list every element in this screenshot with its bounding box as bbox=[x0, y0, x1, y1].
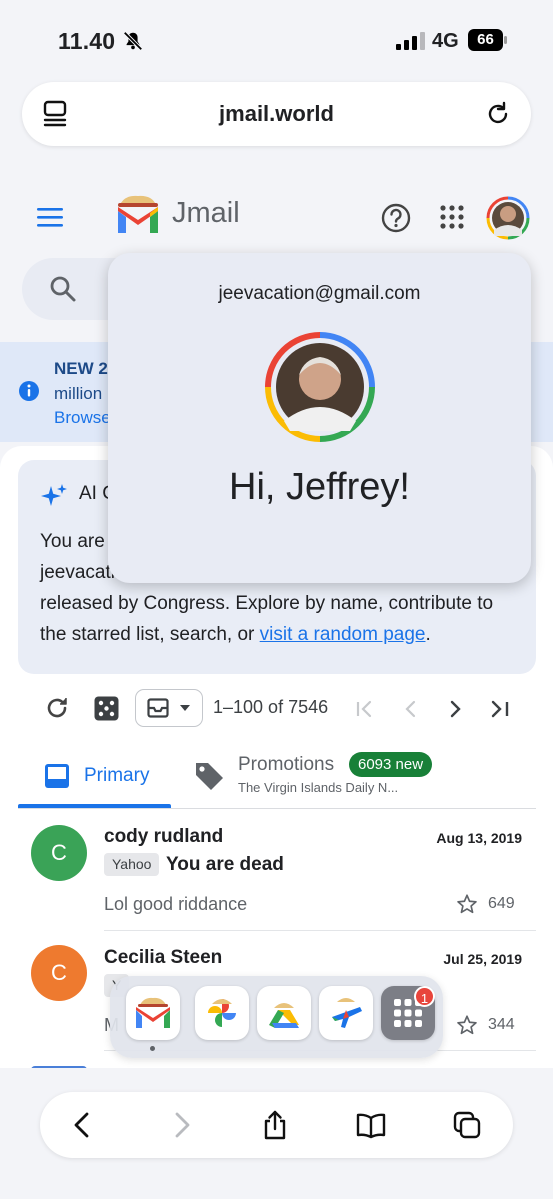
star-count: 344 bbox=[488, 1016, 515, 1033]
tab-primary[interactable]: Primary bbox=[84, 765, 149, 787]
gmail-app[interactable] bbox=[126, 986, 180, 1040]
browser-toolbar bbox=[40, 1092, 513, 1158]
star-icon[interactable] bbox=[456, 1014, 478, 1036]
active-app-dot bbox=[150, 1046, 155, 1051]
battery-indicator: 66 bbox=[468, 29, 508, 51]
email-date: Aug 13, 2019 bbox=[436, 830, 522, 846]
sender-avatar: C bbox=[31, 825, 87, 881]
tag-icon[interactable] bbox=[193, 760, 225, 792]
jmail-logo-icon bbox=[118, 195, 158, 233]
network-type: 4G bbox=[432, 30, 459, 52]
refresh-icon[interactable] bbox=[44, 695, 70, 721]
drive-app[interactable] bbox=[257, 986, 311, 1040]
email-row[interactable]: C cody rudland Aug 13, 2019 Yahoo You ar… bbox=[18, 812, 536, 930]
tabs-overview-icon[interactable] bbox=[452, 1110, 482, 1140]
greeting: Hi, Jeffrey! bbox=[229, 466, 410, 508]
gmail-app-icon bbox=[136, 997, 170, 1028]
flights-app[interactable] bbox=[319, 986, 373, 1040]
row-divider bbox=[104, 930, 536, 931]
tabs-divider bbox=[18, 808, 536, 809]
signal-icon bbox=[396, 32, 425, 50]
search-icon[interactable] bbox=[48, 274, 78, 304]
account-popover: jeevacation@gmail.com Hi, Jeffrey! bbox=[108, 253, 531, 583]
sender-name: cody rudland bbox=[104, 826, 224, 847]
last-page-icon[interactable] bbox=[488, 698, 512, 720]
tab-promotions[interactable]: Promotions bbox=[238, 754, 334, 776]
url-text[interactable]: jmail.world bbox=[22, 101, 531, 127]
address-bar[interactable]: jmail.world bbox=[22, 82, 531, 146]
email-date: Jul 25, 2019 bbox=[443, 951, 522, 967]
bell-muted-icon bbox=[123, 31, 143, 51]
banner-title: NEW 2, bbox=[54, 359, 113, 378]
share-icon[interactable] bbox=[260, 1110, 290, 1140]
email-snippet: Lol good riddance bbox=[104, 894, 248, 914]
ai-text-line: the starred list, search, or bbox=[40, 624, 260, 645]
star-icon[interactable] bbox=[456, 893, 478, 915]
promotions-preview: The Virgin Islands Daily N... bbox=[238, 780, 399, 795]
inbox-layout-icon bbox=[147, 698, 169, 718]
app-brand: Jmail bbox=[172, 197, 240, 229]
sender-avatar: C bbox=[31, 945, 87, 1001]
inbox-icon[interactable] bbox=[44, 763, 70, 789]
app-dock: 1 bbox=[110, 976, 443, 1058]
banner-text: million bbox=[54, 384, 103, 403]
reload-icon[interactable] bbox=[484, 100, 512, 128]
info-icon bbox=[19, 381, 39, 401]
account-email: jeevacation@gmail.com bbox=[218, 283, 421, 304]
random-dice-icon[interactable] bbox=[94, 696, 119, 721]
random-page-link[interactable]: visit a random page bbox=[260, 624, 426, 645]
apps-grid-icon[interactable] bbox=[438, 203, 466, 231]
bookmarks-icon[interactable] bbox=[356, 1110, 386, 1140]
account-avatar[interactable] bbox=[486, 196, 530, 240]
star-count: 649 bbox=[488, 895, 515, 912]
sparkle-icon bbox=[41, 484, 67, 506]
page-range: 1–100 of 7546 bbox=[213, 697, 329, 717]
account-avatar-large[interactable] bbox=[264, 331, 376, 443]
forward-icon[interactable] bbox=[166, 1110, 196, 1140]
ai-text-tail: . bbox=[425, 624, 431, 645]
prev-page-icon[interactable] bbox=[400, 698, 422, 720]
promotions-new-badge: 6093 new bbox=[349, 752, 433, 777]
source-tag: Yahoo bbox=[104, 853, 160, 876]
photos-app[interactable] bbox=[195, 986, 249, 1040]
next-page-icon[interactable] bbox=[444, 698, 466, 720]
browser-bottom-bar bbox=[0, 1068, 553, 1199]
status-time: 11.40 bbox=[58, 28, 116, 54]
battery-level: 66 bbox=[477, 31, 494, 48]
notification-badge: 1 bbox=[414, 986, 435, 1007]
photos-app-icon bbox=[208, 999, 236, 1027]
drive-app-icon bbox=[269, 1003, 299, 1028]
banner-link[interactable]: Browse bbox=[54, 408, 111, 428]
help-icon[interactable] bbox=[380, 202, 412, 234]
caret-down-icon bbox=[180, 705, 190, 711]
flights-app-icon bbox=[332, 998, 362, 1028]
ai-text-line: released by Congress. Explore by name, c… bbox=[40, 593, 494, 614]
view-select-dropdown[interactable] bbox=[135, 689, 203, 727]
back-icon[interactable] bbox=[68, 1110, 98, 1140]
menu-icon[interactable] bbox=[36, 205, 64, 229]
first-page-icon[interactable] bbox=[354, 698, 376, 720]
sender-name: Cecilia Steen bbox=[104, 947, 223, 968]
email-subject: You are dead bbox=[166, 854, 284, 875]
